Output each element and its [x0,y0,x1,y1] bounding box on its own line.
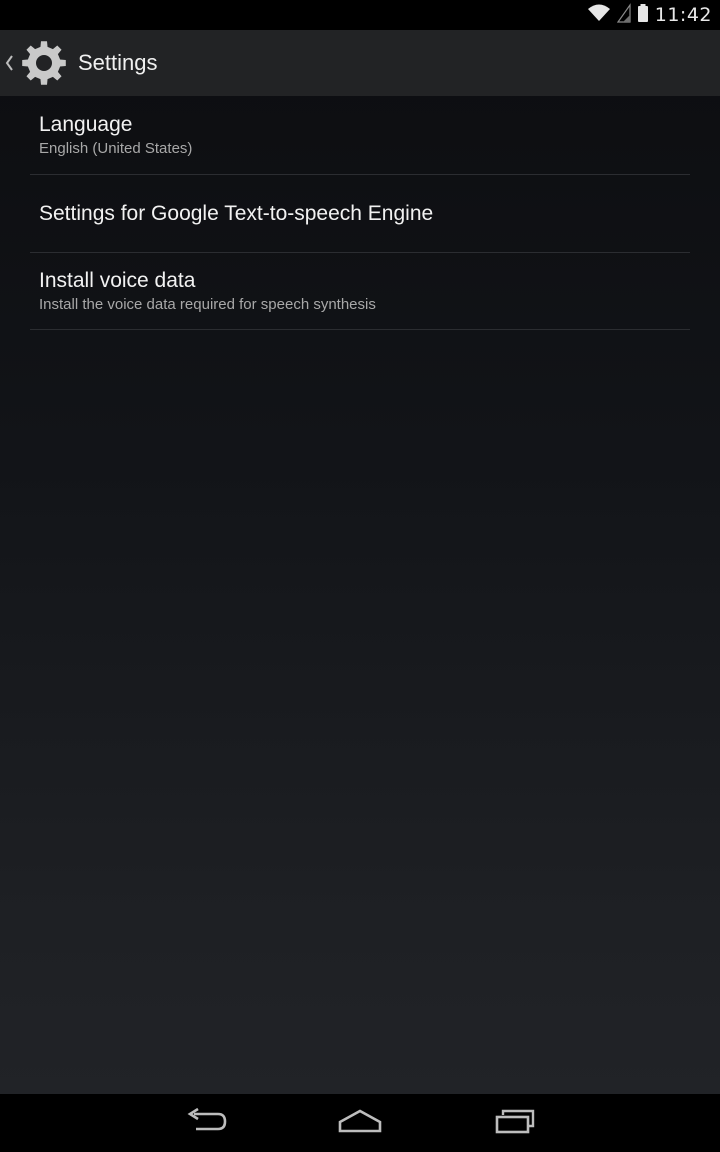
action-bar[interactable]: Settings [0,30,720,96]
status-icons: 11:42 [587,0,712,30]
status-bar: 11:42 [0,0,720,30]
recents-icon [493,1107,537,1140]
chevron-left-icon[interactable] [4,53,14,73]
preference-title: Language [39,112,133,136]
preference-engine-settings[interactable]: Settings for Google Text-to-speech Engin… [30,175,690,253]
preference-title: Install voice data [39,268,196,292]
back-button[interactable] [166,1100,246,1146]
home-icon [337,1108,383,1139]
status-time: 11:42 [654,4,712,26]
action-bar-title: Settings [78,50,158,75]
preference-language[interactable]: Language English (United States) [30,96,690,175]
tts-settings-screen: 11:42 Settings Language English (United … [0,0,720,1152]
navigation-bar [0,1094,720,1152]
battery-icon [637,3,649,28]
gear-icon[interactable] [18,37,70,89]
recents-button[interactable] [475,1100,555,1146]
back-icon [184,1107,228,1140]
preference-list: Language English (United States) Setting… [0,96,720,330]
preference-summary: Install the voice data required for spee… [39,295,376,313]
preference-summary: English (United States) [39,139,193,157]
signal-icon [616,2,631,28]
preference-install-voice-data[interactable]: Install voice data Install the voice dat… [30,253,690,330]
home-button[interactable] [320,1100,400,1146]
wifi-icon [587,3,611,28]
preference-title: Settings for Google Text-to-speech Engin… [39,201,434,225]
